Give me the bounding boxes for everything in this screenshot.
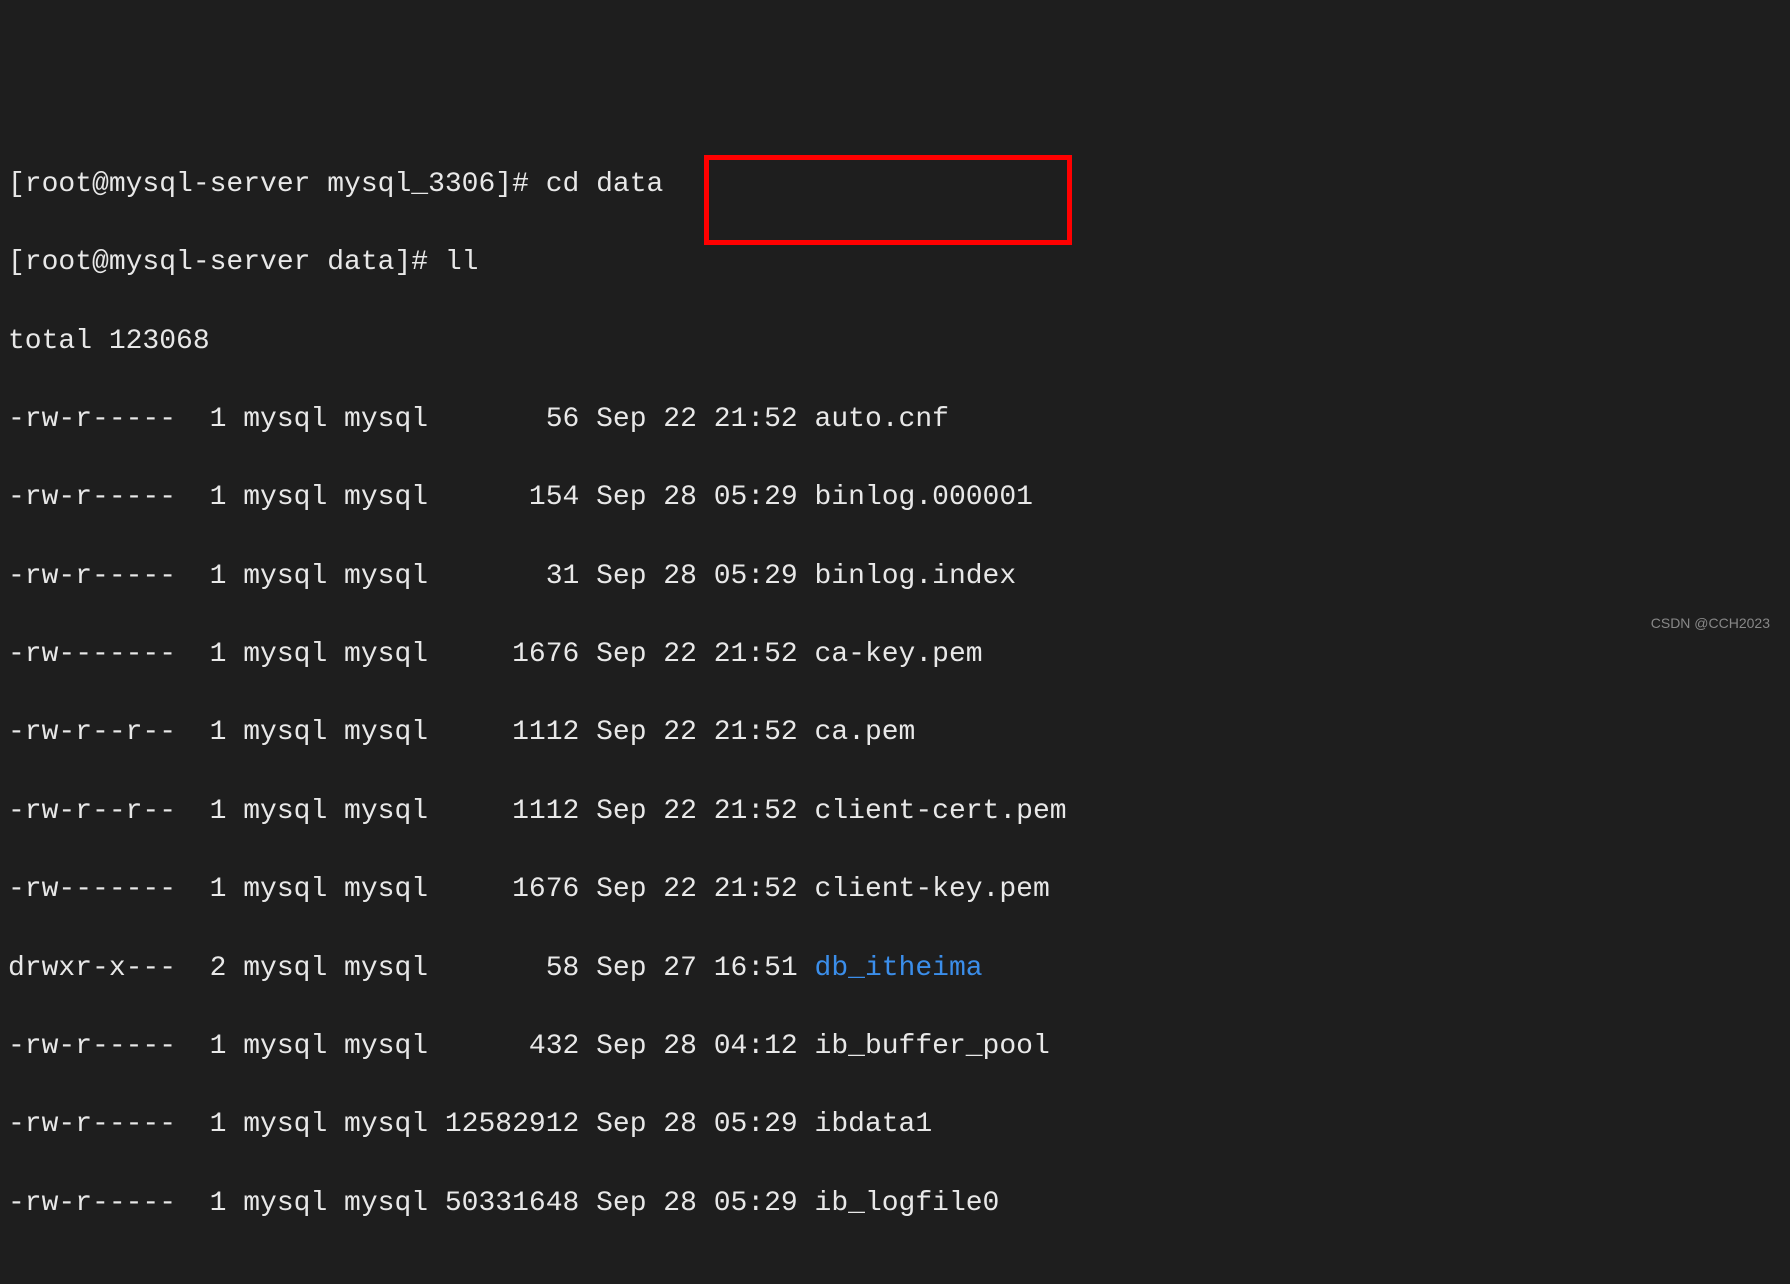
terminal-line-cmd-cd: [root@mysql-server mysql_3306]# cd data — [8, 165, 1782, 204]
terminal-line-total: total 123068 — [8, 322, 1782, 361]
terminal-line-file: -rw-r----- 1 mysql mysql 31 Sep 28 05:29… — [8, 557, 1782, 596]
terminal-line-cmd-ll: [root@mysql-server data]# ll — [8, 243, 1782, 282]
terminal-line-file: -rw-r----- 1 mysql mysql 50331648 Sep 28… — [8, 1184, 1782, 1223]
terminal-line-file: -rw-r----- 1 mysql mysql 432 Sep 28 04:1… — [8, 1027, 1782, 1066]
terminal-line-file: -rw-r----- 1 mysql mysql 154 Sep 28 05:2… — [8, 478, 1782, 517]
watermark-text: CSDN @CCH2023 — [1651, 614, 1770, 634]
dir-prefix: drwxr-x--- 2 mysql mysql 58 Sep 27 16:51 — [8, 953, 815, 984]
terminal-line-file: -rw-r----- 1 mysql mysql 56 Sep 22 21:52… — [8, 400, 1782, 439]
terminal-line-file: -rw-r----- 1 mysql mysql 12582912 Sep 28… — [8, 1105, 1782, 1144]
terminal-line-file: -rw------- 1 mysql mysql 1676 Sep 22 21:… — [8, 635, 1782, 674]
terminal-line-file: -rw-r--r-- 1 mysql mysql 1112 Sep 22 21:… — [8, 792, 1782, 831]
terminal-line-file: -rw------- 1 mysql mysql 1676 Sep 22 21:… — [8, 870, 1782, 909]
directory-name: db_itheima — [815, 953, 983, 984]
terminal-line-dir: drwxr-x--- 2 mysql mysql 58 Sep 27 16:51… — [8, 949, 1782, 988]
terminal-line-file: -rw-r--r-- 1 mysql mysql 1112 Sep 22 21:… — [8, 713, 1782, 752]
